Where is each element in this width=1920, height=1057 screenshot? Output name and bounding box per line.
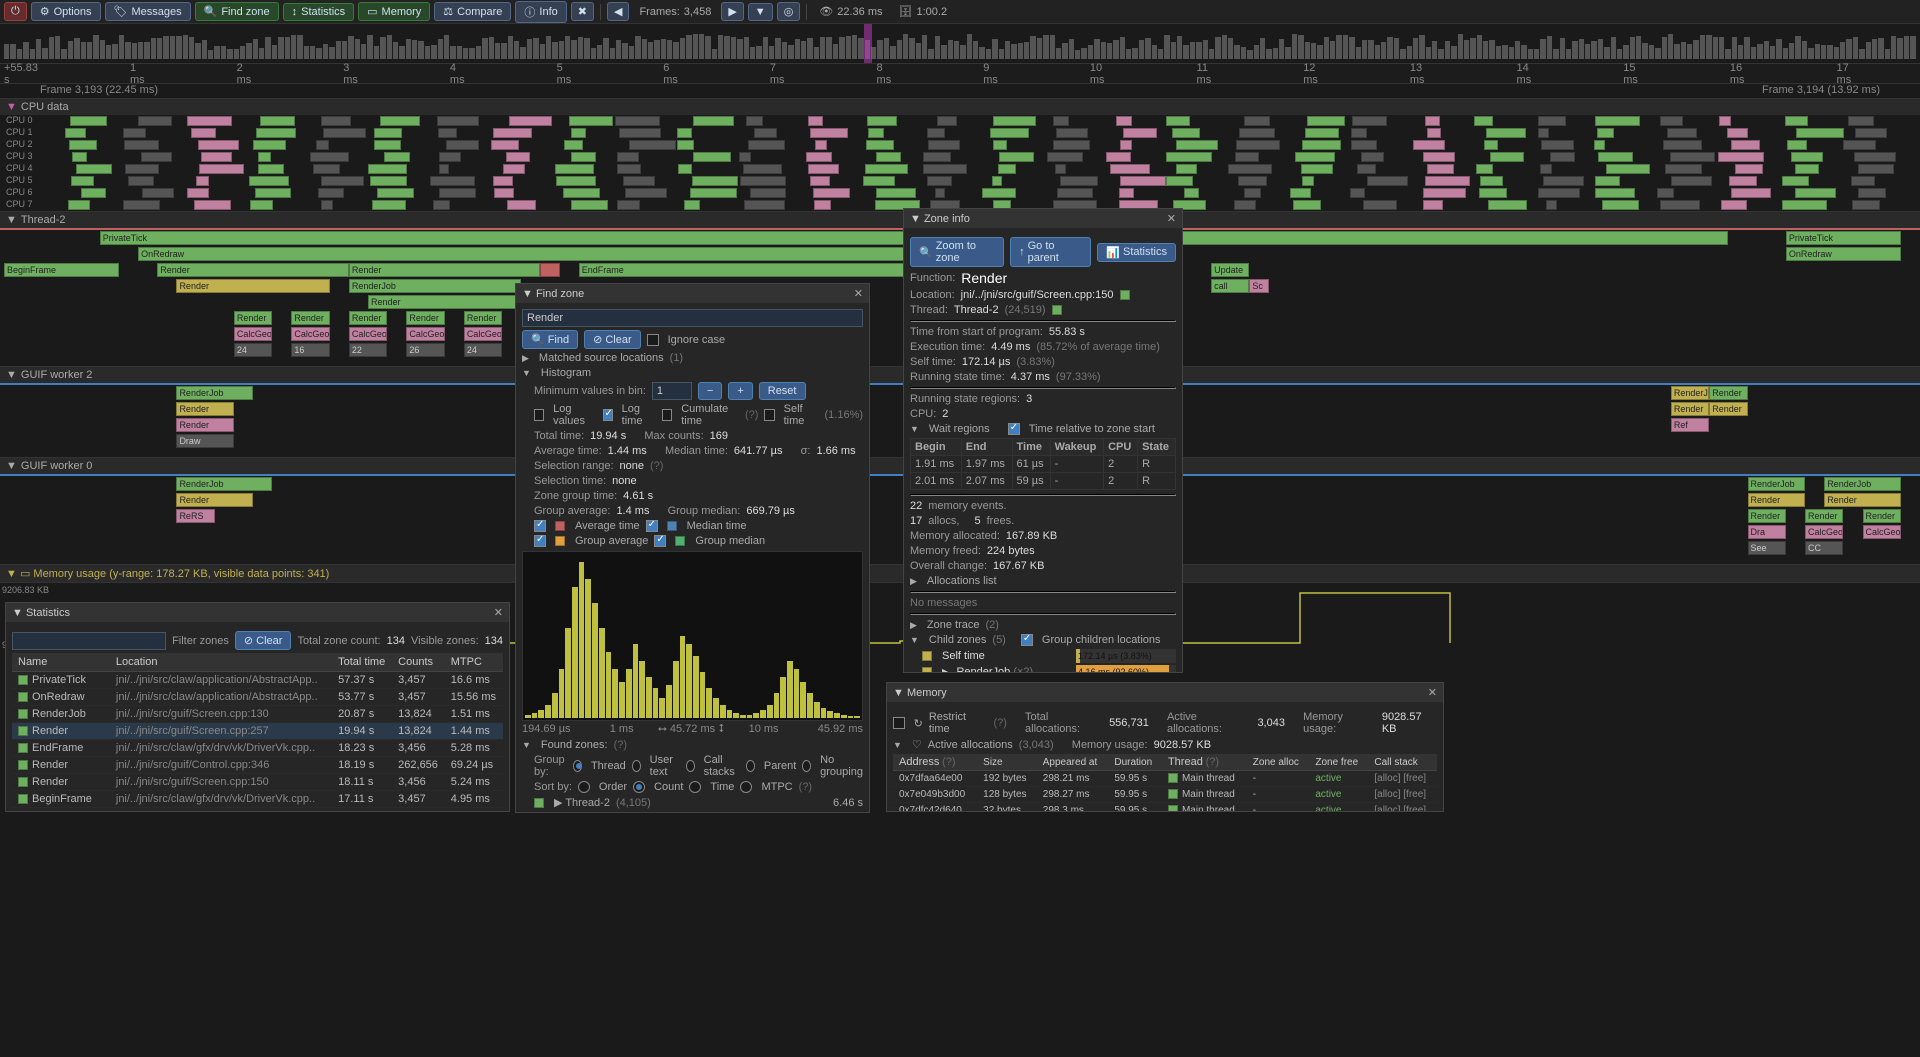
find-button[interactable]: 🔍 Find	[522, 330, 578, 349]
minimap[interactable]	[0, 24, 1920, 64]
table-row[interactable]: Clipperjni/../jni/src/claw/gfx/geo/Clipp…	[12, 808, 503, 812]
histogram-chart[interactable]	[522, 551, 863, 721]
cpu-lanes: CPU 0CPU 1CPU 2CPU 3CPU 4CPU 5CPU 6CPU 7	[0, 115, 1920, 211]
sort-order-rb[interactable]	[578, 781, 590, 793]
memory-button[interactable]: ▭ Memory	[358, 2, 430, 21]
statistics-titlebar[interactable]: ▼ Statistics ✕	[6, 603, 509, 622]
frames-info: Frames: 3,458	[633, 6, 717, 18]
group-children-cb[interactable]	[1021, 634, 1033, 646]
find-zone-panel: ▼ Find zone ✕ 🔍 Find ⊘ Clear Ignore case…	[515, 283, 870, 813]
log-time-cb[interactable]	[603, 409, 613, 421]
memory-panel: ▼ Memory ✕ ↻ Restrict time (?) Total all…	[886, 682, 1444, 812]
histogram-expander[interactable]	[522, 367, 535, 379]
ignore-case-checkbox[interactable]	[647, 334, 659, 346]
find-clear-button[interactable]: ⊘ Clear	[584, 330, 641, 349]
table-row[interactable]: Renderjni/../jni/src/guif/Control.cpp:34…	[12, 757, 503, 774]
inc-button[interactable]: +	[728, 382, 752, 400]
find-zone-button[interactable]: 🔍 Find zone	[195, 2, 279, 21]
statistics-button[interactable]: ↕ Statistics	[283, 3, 355, 21]
child-zone-row[interactable]: ▶ RenderJob (×2)4.16 ms (92.60%)	[910, 665, 1176, 672]
table-row[interactable]: 0x7dfc42d64032 bytes298.3 ms59.95 sMain …	[893, 803, 1437, 812]
frame-dropdown-button[interactable]: ▼	[748, 3, 773, 21]
sort-time-rb[interactable]	[689, 781, 701, 793]
self-time-cb[interactable]	[764, 409, 774, 421]
grp-ng-rb[interactable]	[802, 760, 811, 772]
trel-cb[interactable]	[1008, 423, 1020, 435]
alloc-list-expander[interactable]	[910, 575, 921, 587]
wait-regions-expander[interactable]	[910, 423, 923, 435]
memory-titlebar[interactable]: ▼ Memory ✕	[887, 683, 1443, 702]
cpu-data-header[interactable]: CPU data	[0, 98, 1920, 115]
grp-ut-rb[interactable]	[632, 760, 641, 772]
table-row[interactable]: 0x7dfaa64e00192 bytes298.21 ms59.95 sMai…	[893, 771, 1437, 787]
stats-table[interactable]: NameLocation Total timeCountsMTPC Privat…	[12, 653, 503, 811]
tools-button[interactable]: ✖	[571, 2, 594, 21]
options-button[interactable]: ⚙ Options	[31, 2, 101, 21]
power-button[interactable]: ⏻	[4, 2, 27, 21]
table-row[interactable]: Renderjni/../jni/src/guif/Screen.cpp:257…	[12, 723, 503, 740]
grp-thread-rb[interactable]	[573, 760, 582, 772]
close-icon[interactable]: ✕	[1428, 686, 1437, 699]
grp-parent-rb[interactable]	[746, 760, 755, 772]
min-vals-input[interactable]	[652, 382, 692, 400]
find-zone-titlebar[interactable]: ▼ Find zone ✕	[516, 284, 869, 303]
thread-row[interactable]: ▶ Thread-2 (4,105) 6.46 s	[534, 796, 863, 809]
table-row[interactable]: Renderjni/../jni/src/guif/Screen.cpp:150…	[12, 774, 503, 791]
frame-labels: Frame 3,193 (22.45 ms) Frame 3,194 (13.9…	[0, 84, 1920, 98]
table-row[interactable]: EndFramejni/../jni/src/claw/gfx/drv/vk/D…	[12, 740, 503, 757]
zone-stats-button[interactable]: 📊 Statistics	[1097, 243, 1176, 262]
frame-next-button[interactable]: ▶	[721, 2, 743, 21]
grp-cs-rb[interactable]	[686, 760, 695, 772]
table-row[interactable]: PrivateTickjni/../jni/src/claw/applicati…	[12, 672, 503, 689]
found-zones-expander[interactable]	[522, 739, 535, 751]
zoom-to-zone-button[interactable]: 🔍 Zoom to zone	[910, 237, 1004, 267]
timing-info: 👁 22.36 ms	[813, 5, 888, 18]
group-avg-cb[interactable]	[534, 535, 546, 547]
close-icon[interactable]: ✕	[1167, 212, 1176, 225]
info-button[interactable]: ⓘ Info	[515, 1, 566, 23]
table-row[interactable]: BeginFramejni/../jni/src/claw/gfx/drv/vk…	[12, 791, 503, 808]
frame-target-button[interactable]: ◎	[777, 2, 801, 21]
memory-table[interactable]: Address (?)SizeAppeared atDurationThread…	[893, 754, 1437, 811]
stats-filter-input[interactable]	[12, 632, 166, 650]
compare-button[interactable]: ⚖ Compare	[434, 2, 511, 21]
sort-mtpc-rb[interactable]	[740, 781, 752, 793]
go-to-parent-button[interactable]: ↑ Go to parent	[1010, 237, 1091, 267]
main-toolbar: ⏻ ⚙ Options 🏷 Messages 🔍 Find zone ↕ Sta…	[0, 0, 1920, 24]
table-row[interactable]: OnRedrawjni/../jni/src/claw/application/…	[12, 689, 503, 706]
frame-prev-button[interactable]: ◀	[607, 2, 629, 21]
table-row[interactable]: 1.91 ms1.97 ms61 µs-2R	[911, 456, 1176, 473]
messages-button[interactable]: 🏷 Messages	[105, 2, 191, 21]
reset-button[interactable]: Reset	[759, 382, 806, 400]
sort-count-rb[interactable]	[633, 781, 645, 793]
group-med-cb[interactable]	[654, 535, 666, 547]
zone-trace-expander[interactable]	[910, 619, 921, 631]
time-ruler[interactable]: +55.83 s1 ms2 ms3 ms4 ms5 ms6 ms7 ms8 ms…	[0, 64, 1920, 84]
minimap-cursor[interactable]	[864, 24, 872, 63]
table-row[interactable]: RenderJobjni/../jni/src/guif/Screen.cpp:…	[12, 706, 503, 723]
avg-time-cb[interactable]	[534, 520, 546, 532]
close-icon[interactable]: ✕	[494, 606, 503, 619]
find-zone-input[interactable]	[522, 309, 863, 327]
clock-info: 🗄 1:00.2	[893, 5, 954, 18]
log-values-cb[interactable]	[534, 409, 544, 421]
active-allocs-expander[interactable]	[893, 739, 906, 751]
median-time-cb[interactable]	[646, 520, 658, 532]
close-icon[interactable]: ✕	[854, 287, 863, 300]
cumulate-cb[interactable]	[662, 409, 672, 421]
table-row[interactable]: 2.01 ms2.07 ms59 µs-2R	[911, 473, 1176, 490]
restrict-time-cb[interactable]	[893, 717, 905, 729]
dec-button[interactable]: −	[698, 382, 722, 400]
zone-info-titlebar[interactable]: ▼ Zone info ✕	[904, 209, 1182, 228]
child-zones-expander[interactable]	[910, 634, 923, 646]
statistics-panel: ▼ Statistics ✕ Filter zones ⊘ Clear Tota…	[5, 602, 510, 812]
stats-clear-button[interactable]: ⊘ Clear	[235, 631, 292, 650]
matched-src-expander[interactable]	[522, 352, 533, 364]
child-zone-row[interactable]: Self time 172.14 µs (3.83%)	[910, 649, 1176, 663]
zone-info-panel: ▼ Zone info ✕ 🔍 Zoom to zone ↑ Go to par…	[903, 208, 1183, 673]
table-row[interactable]: 0x7e049b3d00128 bytes298.27 ms59.95 sMai…	[893, 787, 1437, 803]
wait-table[interactable]: BeginEndTimeWakeupCPUState 1.91 ms1.97 m…	[910, 438, 1176, 490]
